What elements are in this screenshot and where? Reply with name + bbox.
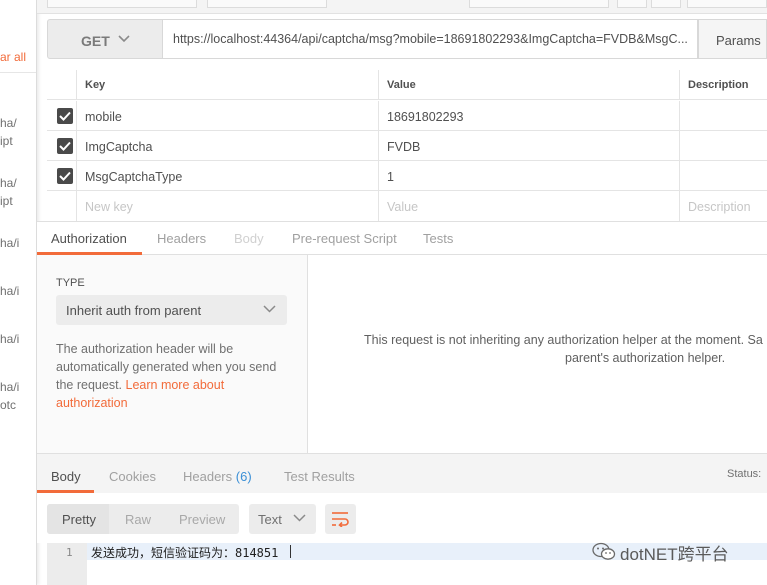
key-text: mobile (85, 110, 122, 124)
request-tab[interactable] (47, 0, 197, 8)
value-cell[interactable]: 1 (378, 161, 679, 191)
language-value: Text (258, 512, 282, 527)
pretty-button[interactable]: Pretty (62, 512, 96, 527)
request-tab[interactable] (469, 0, 609, 8)
key-text: MsgCaptchaType (85, 170, 183, 184)
method-select[interactable]: GET (47, 19, 163, 59)
status-label: Status: (727, 468, 762, 480)
auth-type-value: Inherit auth from parent (66, 303, 202, 318)
code-line-text: 发送成功，短信验证码为：814851 (91, 546, 279, 560)
auth-message-line: This request is not inheriting any autho… (364, 333, 763, 347)
description-cell[interactable] (679, 101, 767, 131)
chevron-down-icon (293, 514, 306, 522)
check-icon (59, 111, 71, 121)
column-header-key: Key (85, 79, 106, 91)
value-text: 18691802293 (387, 110, 464, 124)
history-item-fragment[interactable]: ha/i (0, 284, 19, 298)
text-caret (290, 545, 291, 558)
tab-response-headers[interactable]: Headers (6) (183, 469, 252, 484)
wrap-lines-button[interactable] (325, 504, 356, 534)
wechat-icon (592, 542, 616, 560)
headers-count-badge: (6) (235, 469, 252, 484)
description-cell[interactable] (679, 131, 767, 161)
language-select[interactable]: Text (249, 504, 316, 534)
history-item-fragment[interactable]: ha/ (0, 176, 17, 190)
chevron-down-icon (118, 35, 130, 43)
tab-pre-request-script[interactable]: Pre-request Script (292, 231, 397, 246)
row-checkbox[interactable] (57, 168, 73, 184)
table-row: mobile 18691802293 (47, 101, 767, 131)
table-row: ImgCaptcha FVDB (47, 131, 767, 161)
column-header-value: Value (387, 79, 416, 91)
new-description-placeholder: Description (688, 200, 751, 214)
column-header-description: Description (688, 79, 749, 91)
key-cell[interactable]: ImgCaptcha (76, 131, 378, 161)
value-cell[interactable]: 18691802293 (378, 101, 679, 131)
request-tab[interactable] (651, 0, 681, 8)
tab-response-headers-label: Headers (183, 469, 233, 484)
history-item-fragment[interactable]: ha/i (0, 380, 19, 394)
format-button-group: Pretty Raw Preview (47, 504, 239, 534)
new-key-input[interactable]: New key (76, 191, 378, 221)
tab-response-body[interactable]: Body (51, 469, 81, 484)
request-tab[interactable] (687, 0, 767, 8)
auth-message-line: parent's authorization helper. (565, 351, 726, 365)
wrap-lines-icon (332, 512, 349, 527)
auth-info-message: This request is not inheriting any autho… (364, 331, 767, 367)
request-section-tabs: Authorization Headers Body Pre-request S… (37, 221, 767, 255)
new-value-input[interactable]: Value (378, 191, 679, 221)
chevron-down-icon (263, 305, 276, 313)
history-item-fragment[interactable]: ha/i (0, 236, 19, 250)
line-number: 1 (66, 546, 73, 559)
clear-all-link[interactable]: ar all (0, 50, 26, 64)
history-item-fragment[interactable]: ipt (0, 134, 13, 148)
method-label: GET (81, 33, 110, 49)
params-button-label: Params (716, 33, 761, 48)
request-tab-strip (37, 0, 767, 14)
value-cell[interactable]: FVDB (378, 131, 679, 161)
request-tab[interactable] (207, 0, 327, 8)
tab-headers[interactable]: Headers (157, 231, 206, 246)
auth-type-select[interactable]: Inherit auth from parent (56, 295, 287, 325)
watermark-text: dotNET跨平台 (620, 545, 729, 564)
tab-tests[interactable]: Tests (423, 231, 453, 246)
new-key-placeholder: New key (85, 200, 133, 214)
auth-description: The authorization header will be automat… (56, 340, 291, 412)
history-sidebar: ar all ha/ ipt ha/ ipt ha/i ha/i ha/i ha… (0, 0, 37, 585)
history-item-fragment[interactable]: ha/ (0, 116, 17, 130)
history-item-fragment[interactable]: ha/i (0, 332, 19, 346)
history-item-fragment[interactable]: otc (0, 398, 16, 412)
url-input[interactable]: https://localhost:44364/api/captcha/msg?… (163, 19, 698, 59)
params-button[interactable]: Params (698, 19, 767, 59)
sidebar-divider (0, 72, 36, 73)
row-checkbox[interactable] (57, 138, 73, 154)
row-checkbox[interactable] (57, 108, 73, 124)
type-label: TYPE (56, 277, 85, 289)
tab-authorization[interactable]: Authorization (51, 231, 127, 246)
key-cell[interactable]: MsgCaptchaType (76, 161, 378, 191)
new-param-row: New key Value Description (47, 191, 767, 221)
line-gutter: 1 (47, 543, 87, 585)
key-text: ImgCaptcha (85, 140, 153, 154)
params-header-row: Key Value Description (47, 70, 767, 100)
url-text: https://localhost:44364/api/captcha/msg?… (173, 32, 688, 46)
history-item-fragment[interactable]: ipt (0, 194, 13, 208)
tab-test-results[interactable]: Test Results (284, 469, 355, 484)
new-value-placeholder: Value (387, 200, 419, 214)
key-cell[interactable]: mobile (76, 101, 378, 131)
check-icon (59, 141, 71, 151)
preview-button[interactable]: Preview (179, 512, 225, 527)
value-text: 1 (387, 170, 394, 184)
tab-cookies[interactable]: Cookies (109, 469, 156, 484)
table-row: MsgCaptchaType 1 (47, 161, 767, 191)
value-text: FVDB (387, 140, 421, 154)
new-description-input[interactable]: Description (679, 191, 767, 221)
request-tab[interactable] (617, 0, 647, 8)
check-icon (59, 171, 71, 181)
description-cell[interactable] (679, 161, 767, 191)
raw-button[interactable]: Raw (125, 512, 151, 527)
tab-body[interactable]: Body (234, 231, 264, 246)
response-tabs: Body Cookies Headers (6) Test Results St… (37, 453, 767, 493)
